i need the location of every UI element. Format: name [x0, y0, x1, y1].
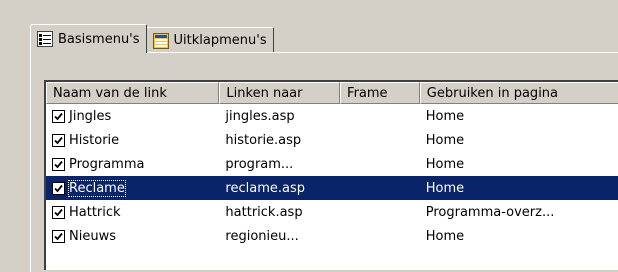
tab-basismenus[interactable]: Basismenu's [30, 24, 147, 53]
list-menu-icon [37, 31, 53, 47]
tab-uitklapmenus-label: Uitklapmenu's [173, 33, 267, 48]
tab-basismenus-label: Basismenu's [58, 31, 140, 47]
tab-strip: Basismenu's Uitklapmenu's [30, 24, 274, 53]
dropdown-menu-icon [152, 32, 169, 49]
tab-uitklapmenus[interactable]: Uitklapmenu's [145, 27, 274, 53]
tab-panel [30, 52, 618, 272]
